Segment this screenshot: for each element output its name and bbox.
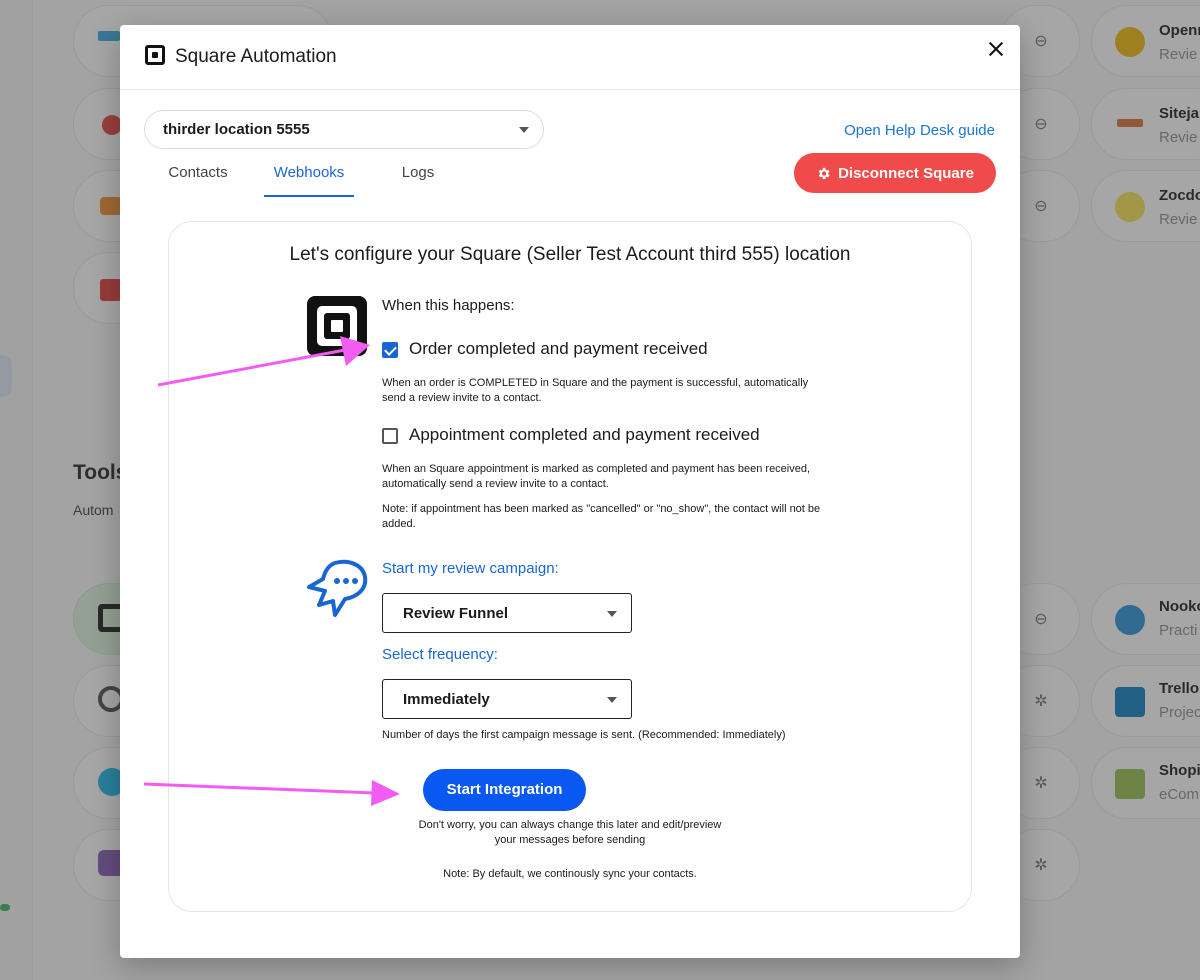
campaign-select[interactable]: Review Funnel (382, 593, 632, 633)
order-completed-description: When an order is COMPLETED in Square and… (382, 377, 809, 404)
square-automation-modal: Square Automation thirder location 5555 … (120, 25, 1020, 958)
tab-webhooks[interactable]: Webhooks (264, 163, 354, 197)
appointment-note: Note: if appointment has been marked as … (382, 503, 821, 530)
location-select-value: thirder location 5555 (163, 121, 310, 138)
modal-header: Square Automation (120, 25, 1020, 90)
frequency-label: Select frequency: (382, 646, 498, 663)
appointment-completed-label[interactable]: Appointment completed and payment receiv… (409, 425, 760, 445)
frequency-select-value: Immediately (403, 691, 490, 708)
disconnect-label: Disconnect Square (838, 164, 974, 182)
disconnect-square-button[interactable]: Disconnect Square (794, 153, 996, 193)
rocket-chat-icon (307, 559, 368, 617)
gear-icon (818, 167, 830, 179)
chevron-down-icon (519, 127, 529, 133)
square-logo-icon (145, 45, 165, 65)
campaign-select-value: Review Funnel (403, 605, 509, 622)
order-completed-checkbox[interactable] (382, 342, 398, 358)
close-icon[interactable] (984, 37, 1008, 61)
start-integration-button[interactable]: Start Integration (423, 769, 586, 811)
tab-logs[interactable]: Logs (398, 163, 438, 197)
tab-contacts[interactable]: Contacts (166, 163, 230, 197)
chevron-down-icon (607, 697, 617, 703)
reassure-note: Don't worry, you can always change this … (418, 819, 722, 846)
location-select[interactable]: thirder location 5555 (144, 110, 544, 149)
config-panel: Let's configure your Square (Seller Test… (168, 221, 972, 912)
appointment-completed-checkbox[interactable] (382, 428, 398, 444)
frequency-help: Number of days the first campaign messag… (382, 729, 786, 741)
config-heading: Let's configure your Square (Seller Test… (289, 244, 851, 265)
when-label: When this happens: (382, 297, 515, 314)
help-desk-link[interactable]: Open Help Desk guide (844, 122, 995, 139)
frequency-select[interactable]: Immediately (382, 679, 632, 719)
modal-title: Square Automation (175, 46, 337, 67)
order-completed-label[interactable]: Order completed and payment received (409, 339, 708, 359)
square-logo (307, 296, 367, 356)
chevron-down-icon (607, 611, 617, 617)
appointment-completed-description: When an Square appointment is marked as … (382, 463, 811, 490)
campaign-label: Start my review campaign: (382, 560, 559, 577)
sync-note: Note: By default, we continously sync yo… (443, 868, 697, 880)
